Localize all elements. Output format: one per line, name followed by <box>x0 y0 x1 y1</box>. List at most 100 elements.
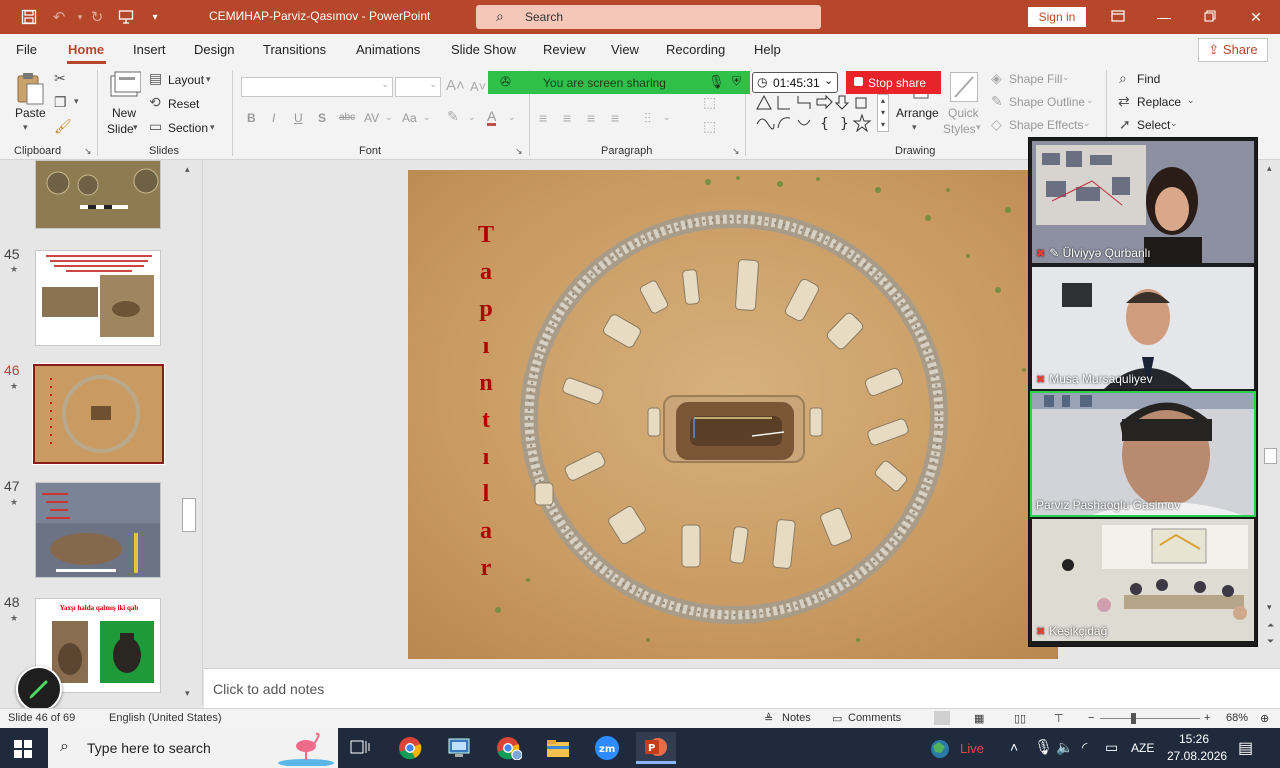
select-label[interactable]: Select <box>1137 118 1170 132</box>
zoom-slider-thumb[interactable] <box>1131 713 1136 724</box>
live-globe-icon[interactable] <box>929 738 953 763</box>
chevron-down-icon[interactable]: ⌄ <box>663 112 671 123</box>
tab-slide-show[interactable]: Slide Show <box>451 42 516 57</box>
scroll-thumb[interactable] <box>182 498 196 532</box>
tab-home[interactable]: Home <box>68 42 104 57</box>
slideshow-icon[interactable]: ⊤ <box>1054 712 1064 725</box>
justify-icon[interactable]: ≡ <box>611 110 619 126</box>
chrome-icon[interactable] <box>390 732 430 764</box>
layout-label[interactable]: Layout <box>168 73 204 87</box>
microphone-icon[interactable]: 🎙 <box>1034 738 1053 756</box>
file-explorer-icon[interactable] <box>538 732 578 764</box>
chevron-down-icon[interactable]: ⌄ <box>1086 95 1094 106</box>
quick-styles-label-1[interactable]: Quick <box>948 106 979 120</box>
video-tile[interactable]: ✖ ✎ Ülviyyə Qurbanlı <box>1032 141 1254 263</box>
quick-styles-icon[interactable] <box>950 72 978 102</box>
video-tile[interactable]: ✖ Musa Mursaquliyev <box>1032 267 1254 389</box>
tab-help[interactable]: Help <box>754 42 781 57</box>
font-color-button[interactable]: A <box>487 109 497 126</box>
scroll-up-icon[interactable]: ▴ <box>185 164 190 175</box>
share-button[interactable]: ⇪ Share <box>1198 38 1268 62</box>
customize-toolbar-icon[interactable]: ▾ <box>145 7 165 27</box>
mic-muted-icon[interactable]: 🎙 <box>708 74 725 90</box>
shrink-font-icon[interactable]: A˅ <box>470 79 486 94</box>
italic-button[interactable]: I <box>272 111 275 125</box>
scroll-down-icon[interactable]: ▾ <box>1267 602 1272 613</box>
text-shadow-button[interactable]: S <box>318 111 326 125</box>
chevron-down-icon[interactable]: ⌄ <box>1187 95 1195 106</box>
new-slide-dropdown-icon[interactable]: ▾ <box>133 122 138 133</box>
notes-icon[interactable]: ≜ <box>764 712 773 725</box>
slide-thumbnail-46[interactable] <box>32 363 165 465</box>
section-label[interactable]: Section <box>168 121 208 135</box>
replace-label[interactable]: Replace <box>1137 95 1181 109</box>
shape-outline-label[interactable]: Shape Outline <box>1009 95 1085 109</box>
shape-effects-label[interactable]: Shape Effects <box>1009 118 1084 132</box>
chevron-down-icon[interactable]: ⌄ <box>423 112 431 123</box>
redo-icon[interactable]: ↻ <box>87 7 107 27</box>
align-text-icon[interactable]: ⬚ <box>703 118 716 135</box>
battery-icon[interactable]: ▭ <box>1105 739 1118 756</box>
slide-thumbnail-44[interactable] <box>35 160 161 229</box>
live-status[interactable]: Live <box>960 741 984 756</box>
shapes-scroll[interactable]: ▴ ▾ ▾ <box>877 94 889 132</box>
reset-label[interactable]: Reset <box>168 97 199 111</box>
ribbon-display-icon[interactable] <box>1106 7 1130 27</box>
chevron-down-icon[interactable]: ⌄ <box>1083 118 1091 129</box>
zoom-slider[interactable] <box>1100 718 1200 719</box>
columns-icon[interactable]: ⫶⫶ <box>644 110 651 127</box>
notifications-icon[interactable]: ▤ <box>1238 738 1253 758</box>
show-hidden-icons-icon[interactable]: ˄ <box>1010 739 1018 755</box>
format-painter-icon[interactable]: 🖌 <box>54 118 72 135</box>
layout-icon[interactable]: ▤ <box>149 70 162 87</box>
shape-fill-icon[interactable]: ◈ <box>991 70 1002 87</box>
sharing-status-bar[interactable]: ✇ You are screen sharing 🎙 ⛨ <box>488 71 750 94</box>
copy-dropdown-icon[interactable]: ▾ <box>74 96 79 107</box>
tab-animations[interactable]: Animations <box>356 42 420 57</box>
reading-view-icon[interactable]: ▯▯ <box>1014 712 1026 725</box>
arrange-dropdown-icon[interactable]: ▾ <box>912 122 917 133</box>
powerpoint-icon[interactable]: P <box>636 732 676 764</box>
save-icon[interactable] <box>19 7 39 27</box>
font-size-combo[interactable]: ⌄ <box>395 77 441 97</box>
minimize-icon[interactable]: — <box>1152 7 1176 27</box>
clock-time[interactable]: 15:26 <box>1179 732 1209 746</box>
zoom-app-icon[interactable]: zm <box>587 732 627 764</box>
quick-styles-label-2[interactable]: Styles <box>943 122 976 136</box>
shape-outline-icon[interactable]: ✎ <box>991 93 1003 110</box>
bold-button[interactable]: B <box>247 111 256 125</box>
new-slide-label-2[interactable]: Slide <box>107 122 134 136</box>
align-right-icon[interactable]: ≡ <box>587 110 595 126</box>
align-center-icon[interactable]: ≡ <box>563 110 571 126</box>
video-tile[interactable]: ✖ Keşikçidağ <box>1032 519 1254 641</box>
replace-icon[interactable]: ⇄ <box>1118 93 1130 110</box>
tab-insert[interactable]: Insert <box>133 42 166 57</box>
comments-button[interactable]: Comments <box>848 712 901 724</box>
restore-icon[interactable] <box>1198 7 1222 27</box>
taskbar-search-box[interactable]: ⌕ Type here to search <box>48 728 338 768</box>
highlighter-icon[interactable]: ✎ <box>447 108 459 125</box>
zoom-level[interactable]: 68% <box>1226 712 1248 724</box>
chevron-down-icon[interactable]: ⌄ <box>1170 118 1178 129</box>
quick-styles-dropdown-icon[interactable]: ▾ <box>976 122 981 133</box>
current-slide[interactable]: T a p ı n t ı l a r <box>408 170 1058 659</box>
clipboard-launcher-icon[interactable]: ↘ <box>84 146 92 157</box>
shape-fill-label[interactable]: Shape Fill <box>1009 72 1062 86</box>
stop-share-button[interactable]: Stop share <box>846 71 941 94</box>
find-icon[interactable]: ⌕ <box>1119 70 1127 87</box>
change-case-button[interactable]: Aa <box>402 111 417 125</box>
undo-icon[interactable]: ↶ <box>49 7 69 27</box>
close-icon[interactable]: ✕ <box>1244 7 1268 27</box>
tab-design[interactable]: Design <box>194 42 234 57</box>
scroll-up-icon[interactable]: ▴ <box>1267 163 1272 174</box>
select-cursor-icon[interactable]: ➚ <box>1119 116 1131 133</box>
arrange-label[interactable]: Arrange <box>896 106 939 120</box>
layout-dropdown-icon[interactable]: ▾ <box>206 74 211 85</box>
chrome-profile-icon[interactable] <box>489 732 529 764</box>
language-indicator[interactable]: English (United States) <box>109 712 222 724</box>
search-box[interactable]: ⌕ Search <box>476 5 821 29</box>
comments-icon[interactable]: ▭ <box>832 712 842 725</box>
section-icon[interactable]: ▭ <box>149 118 162 135</box>
normal-view-icon[interactable] <box>934 711 950 725</box>
scroll-thumb[interactable] <box>1264 448 1277 464</box>
